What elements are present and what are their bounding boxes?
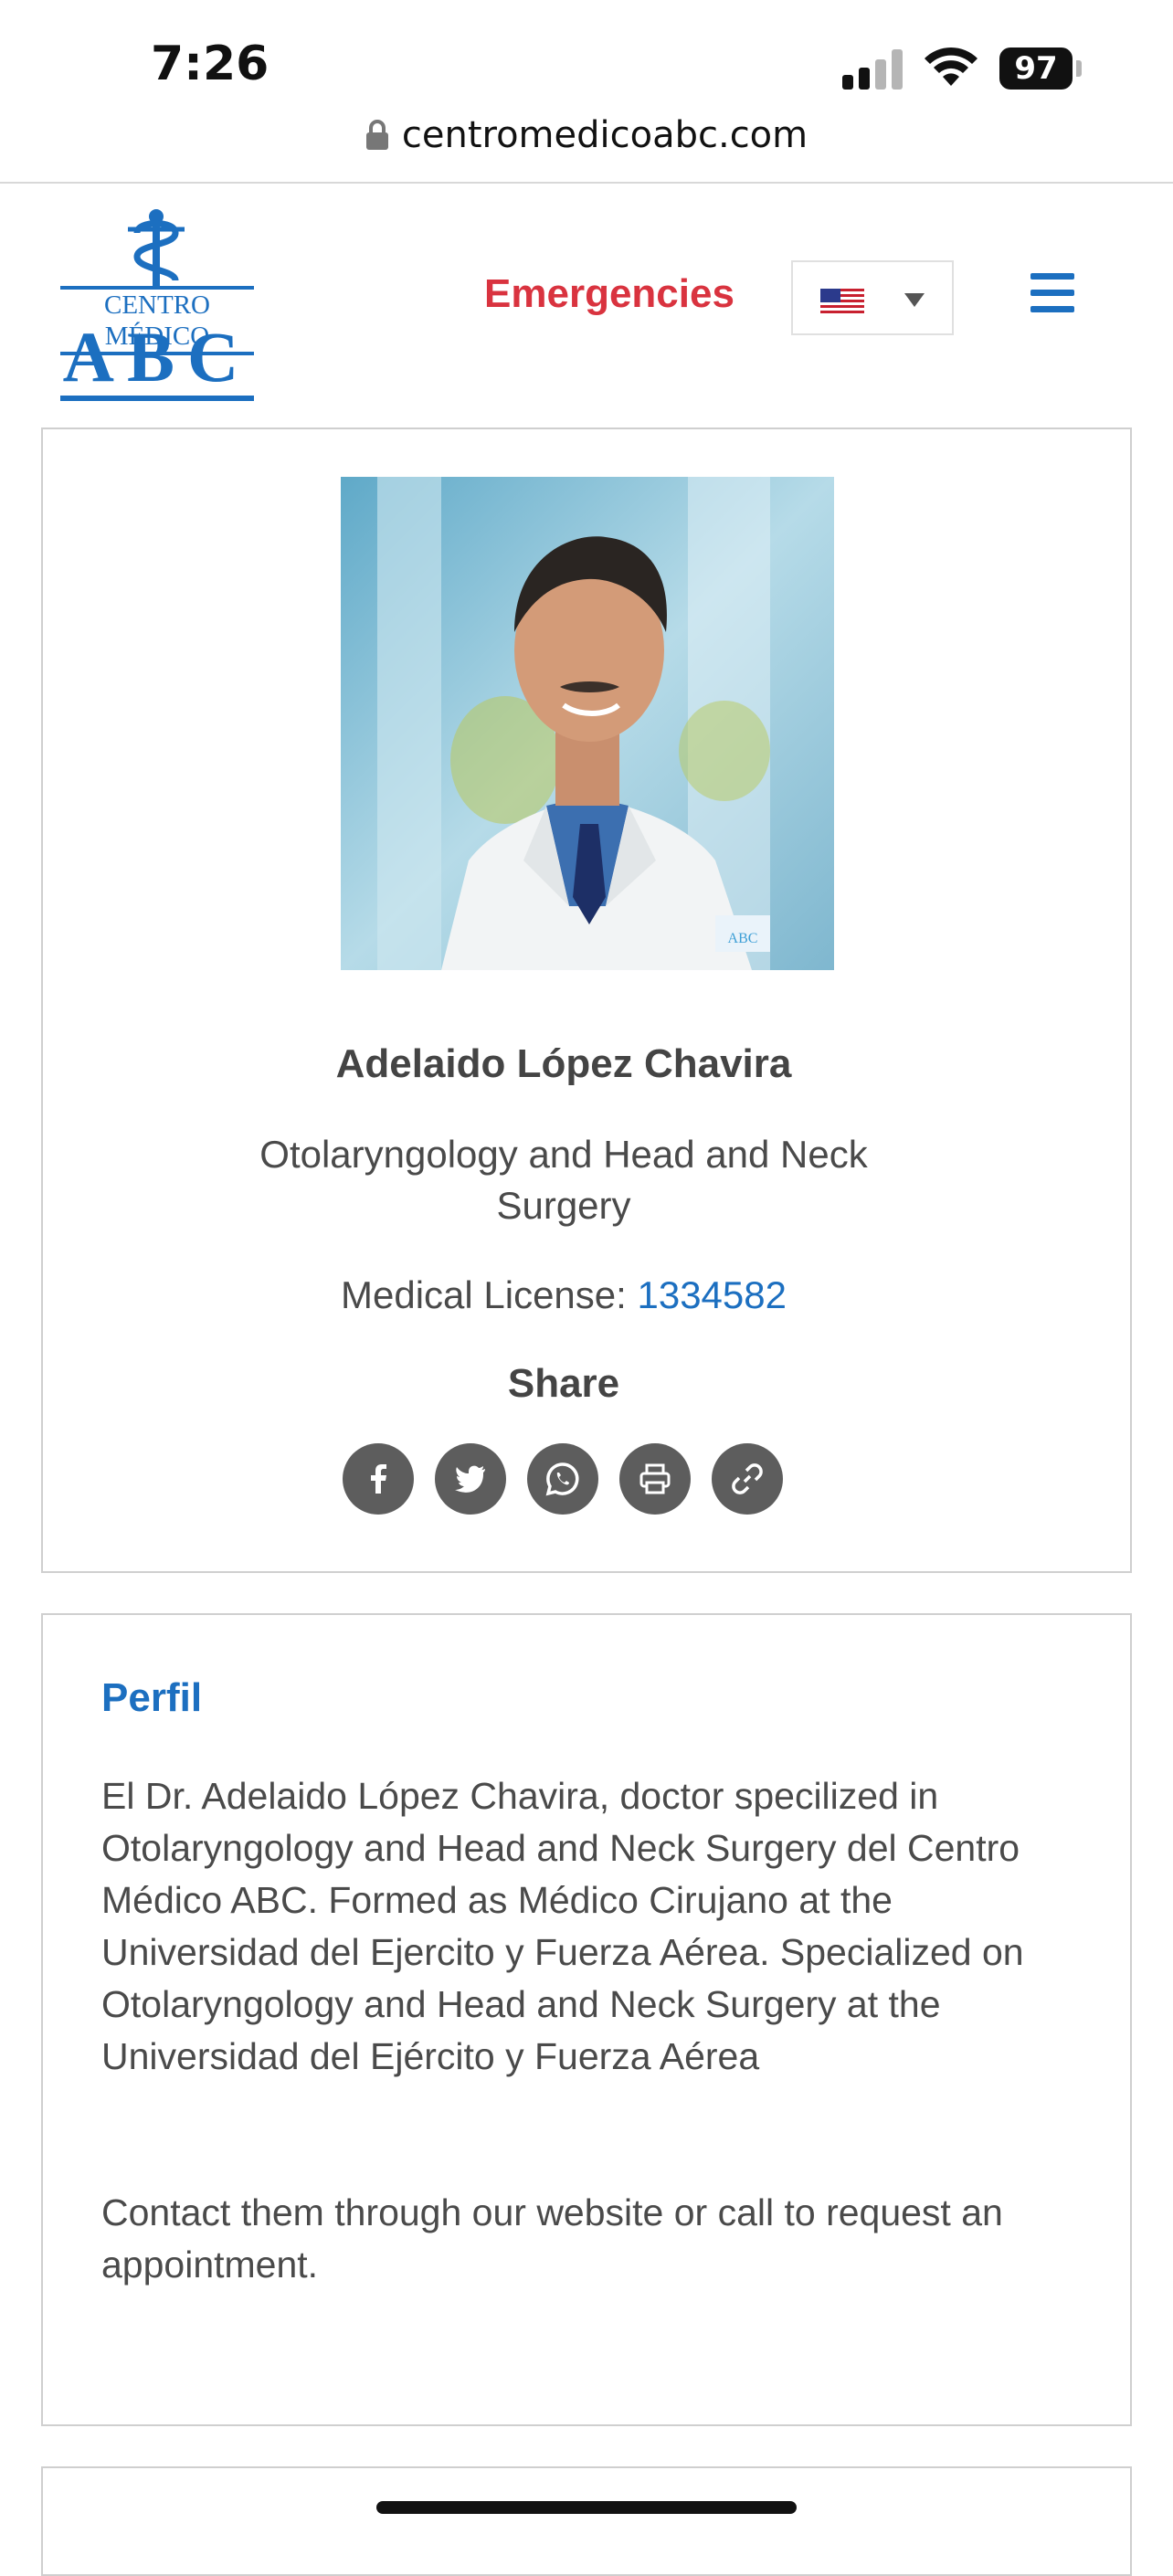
profile-contact: Contact them through our website or call… bbox=[101, 2191, 1003, 2286]
share-label: Share bbox=[507, 1361, 620, 1406]
next-card bbox=[41, 2466, 1132, 2576]
doctor-card: ABC Adelaido López Chavira Otolaryngolog… bbox=[41, 428, 1132, 1573]
home-indicator[interactable] bbox=[376, 2501, 797, 2514]
whatsapp-icon[interactable] bbox=[527, 1443, 598, 1515]
hamburger-menu-icon[interactable] bbox=[1030, 273, 1074, 313]
doctor-specialty: Otolaryngology and Head and Neck Surgery bbox=[259, 1133, 868, 1227]
twitter-icon[interactable] bbox=[435, 1443, 506, 1515]
license-label: Medical License: bbox=[340, 1273, 638, 1316]
wifi-icon bbox=[925, 47, 978, 86]
language-select[interactable] bbox=[791, 260, 954, 335]
status-bar: 7:26 97 bbox=[0, 0, 1173, 119]
doctor-photo: ABC bbox=[341, 477, 834, 970]
logo-text-line2: ABC bbox=[62, 317, 252, 396]
share-icons bbox=[343, 1443, 799, 1516]
status-time: 7:26 bbox=[151, 37, 269, 91]
doctor-name: Adelaido López Chavira bbox=[335, 1041, 792, 1086]
caduceus-logo-icon bbox=[128, 209, 185, 286]
emergencies-link[interactable]: Emergencies bbox=[484, 271, 734, 317]
chevron-down-icon bbox=[904, 293, 925, 307]
us-flag-icon bbox=[820, 289, 864, 316]
svg-text:ABC: ABC bbox=[728, 931, 758, 946]
logo-underline bbox=[60, 396, 254, 401]
site-logo[interactable]: CENTRO MÉDICO ABC bbox=[60, 207, 270, 401]
lock-icon bbox=[365, 120, 388, 150]
url-text: centromedicoabc.com bbox=[401, 114, 808, 156]
battery-tip bbox=[1076, 60, 1082, 77]
license-row: Medical License: 1334582 bbox=[43, 1273, 1084, 1317]
profile-body: El Dr. Adelaido López Chavira, doctor sp… bbox=[101, 1775, 1024, 2077]
profile-title: Perfil bbox=[101, 1675, 203, 1720]
site-header: CENTRO MÉDICO ABC Emergencies bbox=[0, 184, 1173, 426]
signal-icon bbox=[842, 48, 904, 90]
link-icon[interactable] bbox=[712, 1443, 783, 1515]
address-bar[interactable]: centromedicoabc.com bbox=[0, 114, 1173, 160]
facebook-icon[interactable] bbox=[343, 1443, 414, 1515]
profile-card: Perfil El Dr. Adelaido López Chavira, do… bbox=[41, 1613, 1132, 2426]
license-number-link[interactable]: 1334582 bbox=[637, 1273, 787, 1316]
print-icon[interactable] bbox=[619, 1443, 691, 1515]
battery-icon: 97 bbox=[999, 48, 1073, 90]
